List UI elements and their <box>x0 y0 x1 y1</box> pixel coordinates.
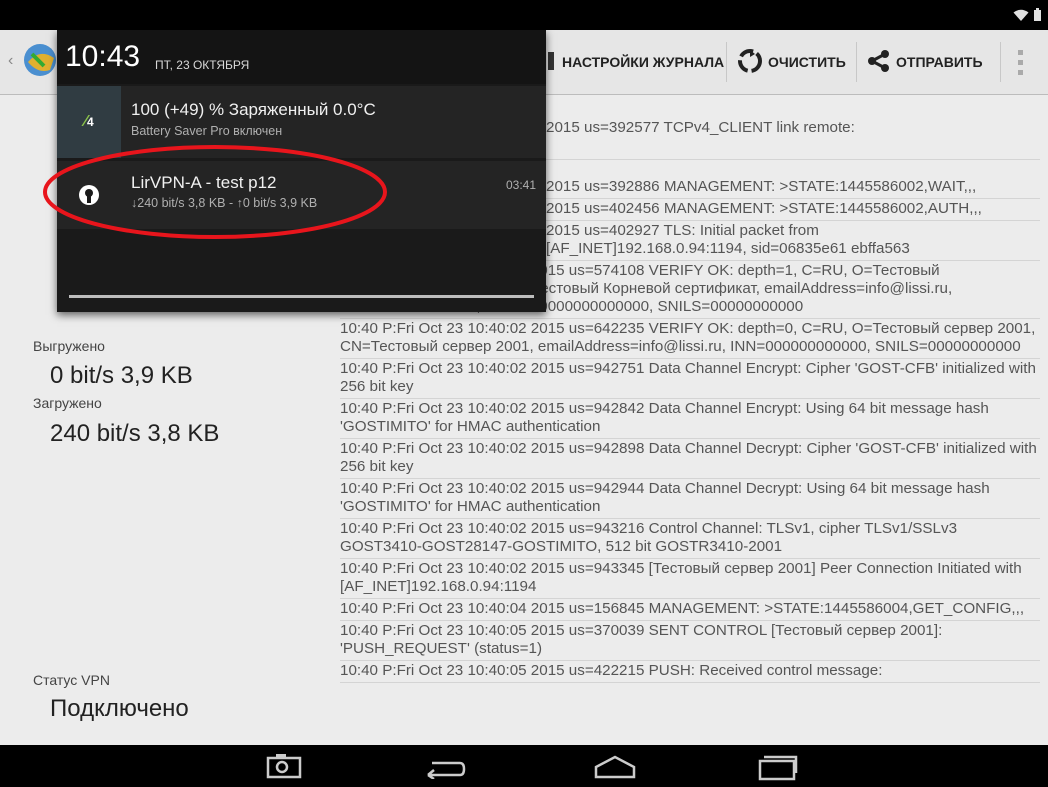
log-line: 10:40 P:Fri Oct 23 10:40:02 2015 us=9428… <box>340 439 1040 479</box>
notification-title: 100 (+49) % Заряженный 0.0°C <box>131 100 376 119</box>
shade-time: 10:43 <box>65 40 141 73</box>
notification-text: Battery Saver Pro включен <box>131 124 283 138</box>
vpn-status-value: Подключено <box>50 695 189 722</box>
annotation-ellipse <box>43 145 387 239</box>
vpn-status-label: Статус VPN <box>33 672 110 688</box>
clear-button[interactable]: ОЧИСТИТЬ <box>738 30 846 94</box>
log-line: 10:40 P:Fri Oct 23 10:40:02 2015 us=9433… <box>340 559 1040 599</box>
recycle-icon <box>738 48 762 76</box>
wifi-icon <box>1013 6 1033 22</box>
log-line: 10:40 P:Fri Oct 23 10:40:02 2015 us=9427… <box>340 359 1040 399</box>
screenshot-icon[interactable] <box>266 753 302 784</box>
app-logo-icon[interactable] <box>20 40 60 85</box>
log-line: 10:40 P:Fri Oct 23 10:40:05 2015 us=3700… <box>340 621 1040 661</box>
log-line: 10:40 P:Fri Oct 23 10:40:04 2015 us=1568… <box>340 599 1040 621</box>
status-bar <box>0 0 1048 30</box>
notification-time: 03:41 <box>505 178 536 192</box>
home-icon[interactable] <box>592 755 638 784</box>
log-line: 10:40 P:Fri Oct 23 10:40:02 2015 us=9428… <box>340 399 1040 439</box>
downloaded-label: Загружено <box>33 395 102 411</box>
share-icon <box>866 49 890 76</box>
journal-settings-icon <box>546 50 556 75</box>
downloaded-value: 240 bit/s 3,8 KB <box>50 420 220 447</box>
recent-apps-icon[interactable] <box>758 753 798 786</box>
log-line: 10:40 P:Fri Oct 23 10:40:02 2015 us=9432… <box>340 519 1040 559</box>
battery-icon <box>1033 6 1042 22</box>
journal-settings-label: НАСТРОЙКИ ЖУРНАЛА <box>562 54 725 70</box>
send-label: ОТПРАВИТЬ <box>896 54 983 70</box>
shade-header: 10:43 ПТ, 23 ОКТЯБРЯ <box>57 30 546 84</box>
clear-label: ОЧИСТИТЬ <box>768 54 846 70</box>
shade-date: ПТ, 23 ОКТЯБРЯ <box>155 58 250 72</box>
back-icon[interactable] <box>424 755 466 784</box>
log-line: 10:40 P:Fri Oct 23 10:40:05 2015 us=4222… <box>340 661 1040 683</box>
shade-handle-bar[interactable] <box>69 295 534 298</box>
journal-settings-button[interactable]: НАСТРОЙКИ ЖУРНАЛА <box>546 30 724 94</box>
status-icons <box>1013 6 1042 22</box>
log-line: 10:40 P:Fri Oct 23 10:40:02 2015 us=6422… <box>340 319 1040 359</box>
send-button[interactable]: ОТПРАВИТЬ <box>866 30 983 94</box>
uploaded-value: 0 bit/s 3,9 KB <box>50 362 193 389</box>
shade-footer <box>57 288 546 312</box>
uploaded-label: Выгружено <box>33 338 105 354</box>
navigation-bar <box>0 745 1048 787</box>
back-chevron-icon[interactable]: ‹ <box>8 52 13 70</box>
battery-saver-icon-digit: 4 <box>86 115 94 129</box>
overflow-menu-icon[interactable] <box>1018 50 1024 81</box>
log-line: 10:40 P:Fri Oct 23 10:40:02 2015 us=9429… <box>340 479 1040 519</box>
